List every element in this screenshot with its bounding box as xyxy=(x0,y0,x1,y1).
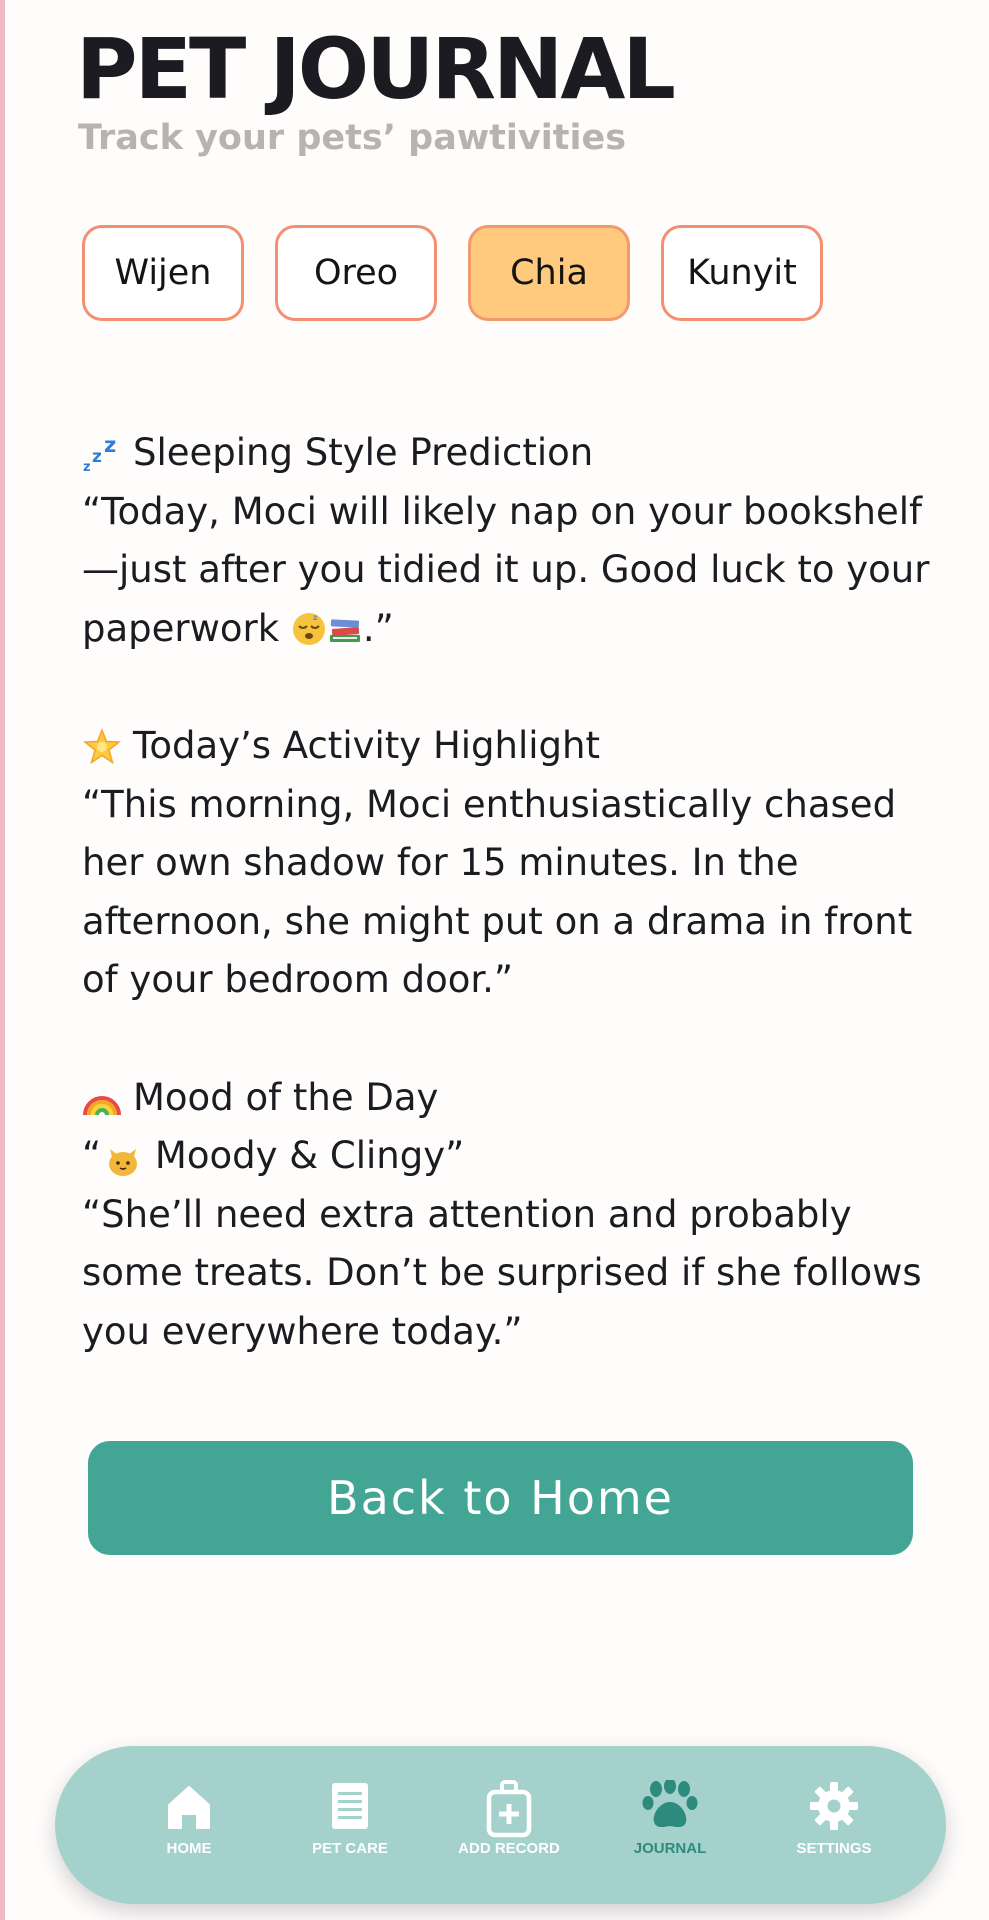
pet-selector: Wijen Oreo Chia Kunyit xyxy=(82,225,823,321)
pet-tab-kunyit[interactable]: Kunyit xyxy=(661,225,823,321)
mood-tag-label: Moody & Clingy” xyxy=(143,1134,465,1178)
nav-pet-care[interactable]: PET CARE xyxy=(280,1780,420,1857)
mood-heading: Mood of the Day xyxy=(82,1069,932,1128)
nav-add-record[interactable]: ADD RECORD xyxy=(439,1780,579,1857)
pet-tab-wijen[interactable]: Wijen xyxy=(82,225,244,321)
activity-title: Today’s Activity Highlight xyxy=(133,723,600,767)
page-title: PET JOURNAL xyxy=(76,20,676,118)
nav-settings-label: SETTINGS xyxy=(796,1840,872,1857)
sleep-heading: z z z Sleeping Style Prediction xyxy=(82,424,932,483)
mood-text: “She’ll need extra attention and probabl… xyxy=(82,1192,922,1353)
nav-settings[interactable]: SETTINGS xyxy=(764,1780,904,1857)
paw-icon xyxy=(642,1780,698,1828)
home-icon xyxy=(168,1786,210,1829)
sleep-text-main: “Today, Moci will likely nap on your boo… xyxy=(82,489,930,650)
page-subtitle: Track your pets’ pawtivities xyxy=(78,118,627,158)
nav-journal[interactable]: JOURNAL xyxy=(600,1780,740,1857)
back-to-home-button[interactable]: Back to Home xyxy=(88,1441,913,1555)
journal-content: z z z Sleeping Style Prediction “Today, … xyxy=(82,424,932,1420)
rainbow-icon xyxy=(82,1078,122,1118)
svg-text:z: z xyxy=(104,434,116,457)
mood-section: Mood of the Day “ Moody & Clingy” “She’l… xyxy=(82,1069,932,1362)
sleep-text-end: .” xyxy=(362,606,394,650)
nav-home-label: HOME xyxy=(166,1840,212,1857)
sleep-text: “Today, Moci will likely nap on your boo… xyxy=(82,483,932,659)
activity-heading: Today’s Activity Highlight xyxy=(82,717,932,776)
activity-section: Today’s Activity Highlight “This morning… xyxy=(82,717,932,1010)
sleep-title: Sleeping Style Prediction xyxy=(133,431,594,474)
gear-icon xyxy=(810,1782,858,1830)
medical-bag-icon xyxy=(486,1780,532,1838)
glowing-star-icon xyxy=(82,726,122,766)
svg-text:z: z xyxy=(92,447,102,467)
zzz-icon: z z z xyxy=(82,433,122,475)
nav-add-record-label: ADD RECORD xyxy=(458,1840,560,1857)
bottom-nav: HOME PET CARE ADD RECORD JOURNAL SETTING… xyxy=(55,1746,946,1904)
mood-tag: “ Moody & Clingy” xyxy=(82,1127,932,1186)
mood-title: Mood of the Day xyxy=(133,1075,439,1119)
cat-face-icon xyxy=(105,1138,141,1177)
clipboard-icon xyxy=(332,1783,368,1829)
pet-tab-oreo[interactable]: Oreo xyxy=(275,225,437,321)
pet-tab-chia[interactable]: Chia xyxy=(468,225,630,321)
sleeping-face-icon: z xyxy=(291,606,327,645)
svg-text:z: z xyxy=(313,613,318,622)
nav-home[interactable]: HOME xyxy=(119,1780,259,1857)
left-edge-strip xyxy=(0,0,5,1920)
nav-journal-label: JOURNAL xyxy=(633,1840,707,1857)
sleep-section: z z z Sleeping Style Prediction “Today, … xyxy=(82,424,932,658)
books-icon xyxy=(327,606,363,642)
nav-pet-care-label: PET CARE xyxy=(312,1840,388,1857)
activity-text: “This morning, Moci enthusiastically cha… xyxy=(82,782,913,1002)
svg-text:z: z xyxy=(83,460,91,474)
mood-tag-open: “ xyxy=(82,1134,102,1178)
